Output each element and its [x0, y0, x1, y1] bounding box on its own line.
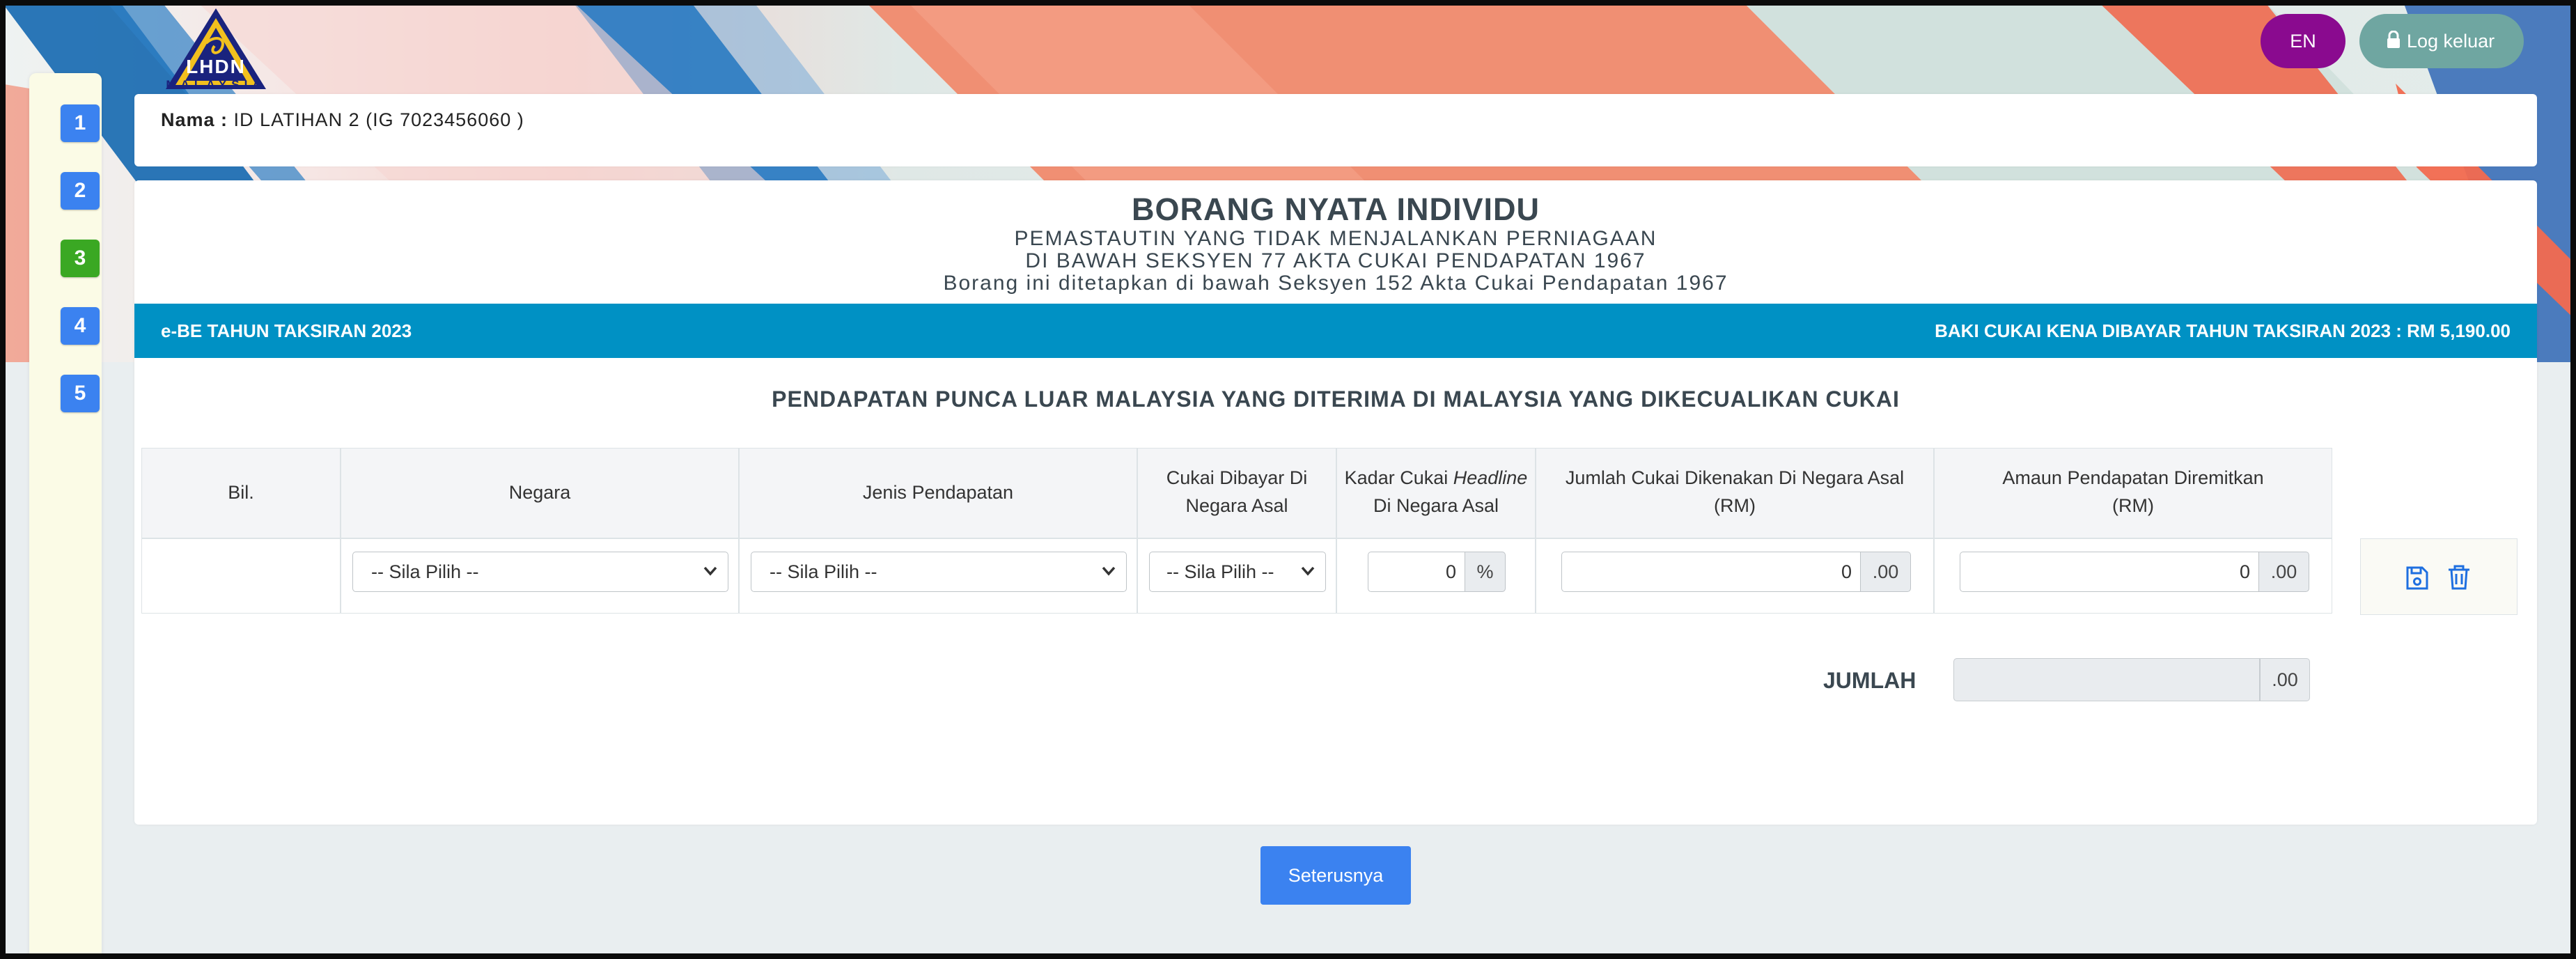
header-negara: Negara [341, 448, 739, 538]
header-amaun-line2: (RM) [2112, 495, 2154, 516]
logout-button[interactable]: Log keluar [2359, 14, 2524, 68]
step-sidebar: 1 2 3 4 5 [29, 73, 102, 959]
header-cukai-dibayar: Cukai Dibayar Di Negara Asal [1137, 448, 1336, 538]
step-1-button[interactable]: 1 [61, 104, 100, 142]
step-4-button[interactable]: 4 [61, 307, 100, 345]
amaun-decimal-suffix: .00 [2259, 552, 2309, 592]
logo-text: LHDN [186, 56, 246, 77]
trash-icon[interactable] [2447, 564, 2471, 594]
step-2-button[interactable]: 2 [61, 172, 100, 210]
row-kadar-cell: 0 % [1336, 538, 1536, 614]
row-negara-cell: -- Sila Pilih -- [341, 538, 739, 614]
jumlah-decimal-suffix: .00 [1861, 552, 1911, 592]
save-icon[interactable] [2405, 566, 2429, 594]
kadar-cukai-input[interactable]: 0 [1368, 552, 1465, 592]
next-button[interactable]: Seterusnya [1260, 846, 1411, 905]
header-kadar-line1: Kadar Cukai Headline [1337, 464, 1535, 492]
negara-select-value: -- Sila Pilih -- [371, 561, 479, 582]
form-header: BORANG NYATA INDIVIDU PEMASTAUTIN YANG T… [134, 180, 2537, 295]
jumlah-cukai-input[interactable]: 0 [1561, 552, 1861, 592]
amaun-pendapatan-input[interactable]: 0 [1960, 552, 2259, 592]
cukai-dibayar-select[interactable]: -- Sila Pilih -- [1149, 552, 1326, 592]
chevron-down-icon [1300, 552, 1316, 605]
header-amaun: Amaun Pendapatan Diremitkan (RM) [1934, 448, 2332, 538]
user-name-card: Nama : ID LATIHAN 2 (IG 7023456060 ) [134, 94, 2537, 166]
chevron-down-icon [703, 552, 718, 605]
tax-balance-label: BAKI CUKAI KENA DIBAYAR TAHUN TAKSIRAN 2… [1935, 320, 2511, 341]
jenis-select-value: -- Sila Pilih -- [770, 561, 877, 582]
form-subtitle-1: PEMASTAUTIN YANG TIDAK MENJALANKAN PERNI… [1014, 227, 1657, 250]
header-negara-text: Negara [508, 482, 571, 503]
step-5-button[interactable]: 5 [61, 375, 100, 412]
user-name-value: ID LATIHAN 2 (IG 7023456060 ) [233, 109, 524, 130]
logout-label: Log keluar [2407, 31, 2495, 52]
lhdn-logo: LHDN MALAYSIA [160, 7, 272, 91]
header-jumlah: Jumlah Cukai Dikenakan Di Negara Asal (R… [1536, 448, 1934, 538]
header-kadar-text: Kadar Cukai [1344, 467, 1453, 488]
header-jenis-text: Jenis Pendapatan [862, 482, 1014, 503]
header-jenis: Jenis Pendapatan [739, 448, 1137, 538]
row-bil-cell [141, 538, 341, 614]
form-card: BORANG NYATA INDIVIDU PEMASTAUTIN YANG T… [134, 180, 2537, 825]
percent-suffix: % [1465, 552, 1506, 592]
header-jumlah-line1: Jumlah Cukai Dikenakan Di Negara Asal [1565, 467, 1905, 488]
total-input [1953, 658, 2260, 701]
header-kadar: Kadar Cukai Headline Di Negara Asal [1336, 448, 1536, 538]
header-cukai-dibayar-line2: Negara Asal [1185, 495, 1288, 516]
assessment-info-bar: e-BE TAHUN TAKSIRAN 2023 BAKI CUKAI KENA… [134, 304, 2537, 358]
row-jumlah-cell: 0 .00 [1536, 538, 1934, 614]
jenis-pendapatan-select[interactable]: -- Sila Pilih -- [751, 552, 1127, 592]
form-subtitle-3: Borang ini ditetapkan di bawah Seksyen 1… [943, 272, 1728, 295]
assessment-year-label: e-BE TAHUN TAKSIRAN 2023 [161, 320, 412, 341]
section-title: PENDAPATAN PUNCA LUAR MALAYSIA YANG DITE… [772, 387, 1900, 412]
header-bil-text: Bil. [228, 482, 254, 503]
negara-select[interactable]: -- Sila Pilih -- [352, 552, 728, 592]
lock-icon [2386, 15, 2401, 70]
row-actions [2360, 538, 2518, 615]
language-button[interactable]: EN [2261, 14, 2345, 68]
form-title: BORANG NYATA INDIVIDU [1131, 192, 1540, 227]
header-cukai-dibayar-line1: Cukai Dibayar Di [1166, 467, 1308, 488]
header-kadar-line2: Di Negara Asal [1373, 495, 1499, 516]
logo-subtext: MALAYSIA [166, 78, 266, 91]
row-amaun-cell: 0 .00 [1934, 538, 2332, 614]
step-3-button[interactable]: 3 [61, 240, 100, 277]
row-jenis-cell: -- Sila Pilih -- [739, 538, 1137, 614]
total-label: JUMLAH [1823, 668, 1917, 693]
total-decimal-suffix: .00 [2260, 658, 2310, 701]
chevron-down-icon [1101, 552, 1116, 605]
cukai-dibayar-select-value: -- Sila Pilih -- [1166, 561, 1274, 582]
header-bil: Bil. [141, 448, 341, 538]
form-subtitle-2: DI BAWAH SEKSYEN 77 AKTA CUKAI PENDAPATA… [1025, 249, 1646, 272]
user-name-label: Nama : [161, 109, 228, 130]
header-jumlah-line2: (RM) [1714, 495, 1756, 516]
header-amaun-line1: Amaun Pendapatan Diremitkan [2002, 467, 2264, 488]
header-kadar-italic: Headline [1453, 467, 1528, 488]
row-cukai-dibayar-cell: -- Sila Pilih -- [1137, 538, 1336, 614]
